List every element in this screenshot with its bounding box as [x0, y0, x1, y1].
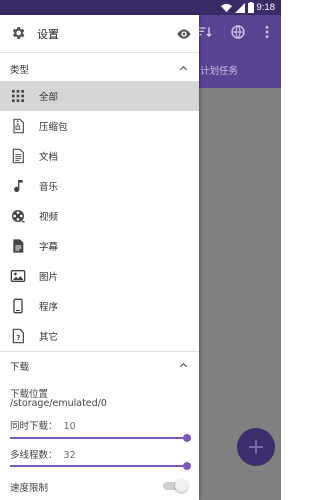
slider-thumb[interactable] — [183, 434, 191, 442]
status-icons: 9:18 — [220, 1, 276, 14]
more-vert-icon[interactable] — [259, 24, 275, 40]
type-item-label: 音乐 — [39, 182, 59, 193]
type-item-archive[interactable]: 压缩包 — [0, 111, 199, 141]
plus-icon — [249, 440, 263, 454]
sort-icon[interactable] — [197, 24, 213, 40]
document-icon — [12, 148, 24, 164]
type-item-label: 字幕 — [39, 242, 59, 253]
concurrent-downloads-value: 10 — [63, 421, 76, 432]
thread-count-value: 32 — [63, 450, 76, 461]
thread-count-label: 多线程数： — [10, 450, 58, 461]
status-time: 9:18 — [256, 2, 276, 13]
film-reel-icon — [12, 210, 25, 223]
type-item-subtitle[interactable]: 字幕 — [0, 231, 199, 261]
download-section-header[interactable]: 下载 — [0, 353, 199, 379]
download-location-path[interactable]: /storage/emulated/0 — [10, 398, 107, 409]
signal-icon — [234, 2, 245, 13]
slider-track — [10, 465, 188, 467]
concurrent-downloads-slider[interactable] — [10, 433, 191, 443]
archive-icon — [13, 118, 24, 134]
slider-thumb[interactable] — [183, 462, 191, 470]
settings-drawer: 设置 类型 全部 压缩包 文档 音乐 视频 字幕 图片 程序 ? 其它 下载 下… — [0, 15, 199, 500]
type-item-video[interactable]: 视频 — [0, 201, 199, 231]
phone-icon — [13, 298, 23, 314]
type-item-program[interactable]: 程序 — [0, 291, 199, 321]
unknown-file-icon: ? — [12, 328, 24, 344]
thread-count-row: 多线程数： 32 — [10, 447, 76, 461]
concurrent-downloads-label: 同时下载： — [10, 421, 58, 432]
gear-icon — [12, 27, 25, 39]
speed-limit-label: 速度限制 — [10, 483, 49, 494]
type-item-other[interactable]: ? 其它 — [0, 321, 199, 351]
type-item-all[interactable]: 全部 — [0, 81, 199, 111]
subtitle-file-icon — [13, 239, 24, 253]
type-item-label: 图片 — [39, 272, 59, 283]
wifi-icon — [220, 3, 232, 12]
tab-scheduled-tasks[interactable]: 计划任务 — [200, 63, 238, 77]
slider-track — [10, 437, 188, 439]
divider — [0, 52, 199, 53]
type-item-label: 全部 — [39, 92, 59, 103]
battery-icon — [247, 2, 254, 13]
chevron-up-icon — [179, 65, 188, 71]
type-item-music[interactable]: 音乐 — [0, 171, 199, 201]
type-section-header[interactable]: 类型 — [0, 56, 199, 82]
image-icon — [10, 270, 26, 282]
download-section-label: 下载 — [10, 362, 30, 373]
toggle-knob — [175, 479, 188, 492]
grid-icon — [12, 90, 24, 102]
type-section-label: 类型 — [10, 65, 30, 76]
concurrent-downloads-row: 同时下载： 10 — [10, 418, 76, 432]
music-note-icon — [14, 180, 23, 193]
type-item-document[interactable]: 文档 — [0, 141, 199, 171]
type-item-label: 视频 — [39, 212, 59, 223]
type-item-label: 压缩包 — [39, 122, 68, 133]
speed-limit-toggle[interactable] — [163, 479, 188, 493]
type-item-label: 程序 — [39, 302, 59, 313]
add-fab-button[interactable] — [237, 428, 275, 466]
status-bar: 9:18 — [0, 0, 281, 15]
type-item-image[interactable]: 图片 — [0, 261, 199, 291]
thread-count-slider[interactable] — [10, 461, 191, 471]
drawer-title: 设置 — [37, 28, 59, 41]
drawer-header: 设置 — [0, 15, 199, 52]
svg-text:?: ? — [16, 333, 20, 342]
chevron-up-icon — [179, 362, 188, 368]
type-item-label: 其它 — [39, 332, 59, 343]
type-item-label: 文档 — [39, 152, 59, 163]
divider — [0, 351, 199, 352]
globe-icon[interactable] — [230, 24, 246, 40]
eye-icon[interactable] — [176, 26, 192, 42]
